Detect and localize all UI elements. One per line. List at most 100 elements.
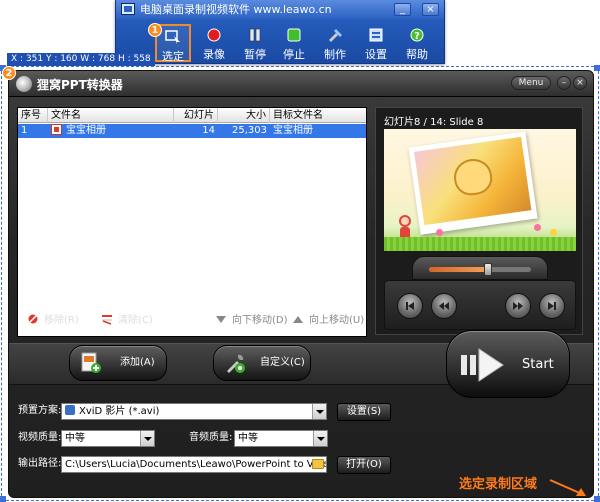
remove-icon xyxy=(27,313,39,325)
settings-tool-label: 设置 xyxy=(365,48,387,61)
make-icon xyxy=(329,29,342,42)
converter-close-button[interactable]: × xyxy=(573,76,587,90)
capture-handle-bottom-left[interactable] xyxy=(0,496,6,502)
previous-slide-button[interactable] xyxy=(431,293,457,319)
audio-quality-label: 音频质量: xyxy=(189,432,233,443)
column-header-filename[interactable]: 文件名 xyxy=(48,108,174,123)
start-label: Start xyxy=(522,357,554,372)
ppt-converter-window: 狸窝PPT转换器 Menu – × 序号 文件名 幻灯片数 大小 目标文件名 1… xyxy=(8,70,594,498)
video-quality-label: 视频质量: xyxy=(18,432,62,443)
settings-icon xyxy=(369,28,383,42)
preset-select[interactable]: XviD 影片 (*.avi) xyxy=(61,403,327,420)
slide-doll-illustration xyxy=(396,215,414,239)
recorder-title: 电脑桌面录制视频软件 www.leawo.cn xyxy=(140,3,332,16)
recorder-close-button[interactable]: × xyxy=(422,3,439,16)
help-tool-button[interactable]: ? 帮助 xyxy=(399,24,435,62)
customize-button-label: 自定义(C) xyxy=(260,357,305,368)
playback-controls xyxy=(384,280,576,330)
cell-slides: 14 xyxy=(202,125,215,136)
cell-size: 25,303 KB xyxy=(232,125,267,150)
record-tool-label: 录像 xyxy=(203,48,225,61)
file-list-table[interactable]: 序号 文件名 幻灯片数 大小 目标文件名 1 宝宝相册 14 25,303 KB… xyxy=(17,107,367,337)
start-button[interactable]: Start xyxy=(446,330,570,398)
converter-minimize-button[interactable]: – xyxy=(557,76,571,90)
column-header-index[interactable]: 序号 xyxy=(18,108,48,123)
folder-icon[interactable] xyxy=(312,459,324,469)
slide-grass xyxy=(384,237,576,251)
recorder-toolbar: 电脑桌面录制视频软件 www.leawo.cn _ × 选定 录像 暂停 停止 xyxy=(115,0,445,64)
clear-icon xyxy=(102,315,112,325)
record-icon xyxy=(207,28,221,42)
record-tool-button[interactable]: 录像 xyxy=(196,24,232,62)
slider-thumb[interactable] xyxy=(484,263,493,276)
next-slide-button[interactable] xyxy=(505,293,531,319)
move-up-button[interactable]: 向上移动(U) xyxy=(292,313,364,329)
slide-flower xyxy=(534,224,541,231)
open-button-label: 打开(O) xyxy=(346,459,382,470)
pause-tool-label: 暂停 xyxy=(244,48,266,61)
slide-counter: 幻灯片8 / 14: Slide 8 xyxy=(384,117,484,128)
add-button[interactable]: 添加(A) xyxy=(69,345,167,381)
preset-label: 预置方案: xyxy=(18,405,62,416)
converter-title-bar[interactable]: 狸窝PPT转换器 Menu – × xyxy=(9,71,593,97)
move-down-icon xyxy=(216,316,226,323)
chevron-down-icon xyxy=(140,431,154,446)
stop-icon xyxy=(287,28,301,42)
column-header-size[interactable]: 大小 xyxy=(218,108,270,123)
move-up-icon xyxy=(293,316,303,323)
settings-button-label: 设置(S) xyxy=(346,406,382,417)
settings-tool-button[interactable]: 设置 xyxy=(358,24,394,62)
converter-title: 狸窝PPT转换器 xyxy=(37,78,123,92)
output-path-field[interactable]: C:\Users\Lucia\Documents\Leawo\PowerPoin… xyxy=(61,456,327,473)
output-path-value: C:\Users\Lucia\Documents\Leawo\PowerPoin… xyxy=(65,459,327,470)
start-arrow-icon xyxy=(461,348,504,382)
cell-target: 宝宝相册 xyxy=(273,125,313,136)
move-down-label: 向下移动(D) xyxy=(232,315,288,326)
chevron-down-icon xyxy=(313,431,327,446)
capture-handle-top-right[interactable] xyxy=(594,65,600,71)
preview-slider[interactable] xyxy=(412,256,548,280)
select-area-hint: 选定录制区域 xyxy=(459,477,538,492)
video-quality-select[interactable]: 中等 xyxy=(61,430,155,447)
hint-arrow-icon xyxy=(549,479,586,496)
output-path-label: 输出路径: xyxy=(18,458,62,469)
fast-forward-icon xyxy=(513,302,523,310)
slider-fill xyxy=(429,267,489,272)
help-tool-label: 帮助 xyxy=(406,48,428,61)
step-badge-1: 1 xyxy=(148,23,162,37)
cell-filename-text: 宝宝相册 xyxy=(66,125,106,136)
last-slide-button[interactable] xyxy=(539,293,565,319)
skip-start-icon xyxy=(406,302,414,310)
menu-button[interactable]: Menu xyxy=(511,76,551,90)
pause-tool-button[interactable]: 暂停 xyxy=(237,24,273,62)
audio-quality-value: 中等 xyxy=(238,433,258,444)
table-row[interactable]: 1 宝宝相册 14 25,303 KB 宝宝相册 xyxy=(18,124,366,150)
customize-button[interactable]: 自定义(C) xyxy=(213,345,311,381)
add-button-label: 添加(A) xyxy=(120,357,155,368)
rewind-icon xyxy=(439,302,449,310)
recorder-app-icon xyxy=(121,3,135,15)
first-slide-button[interactable] xyxy=(397,293,423,319)
add-file-icon xyxy=(81,352,101,373)
make-tool-button[interactable]: 制作 xyxy=(317,24,353,62)
cell-index: 1 xyxy=(21,125,28,136)
clear-button[interactable]: 清除(C) xyxy=(101,313,153,329)
recorder-minimize-button[interactable]: _ xyxy=(394,3,411,16)
select-tool-label: 选定 xyxy=(162,50,184,63)
customize-tools-icon xyxy=(227,354,245,373)
pause-icon xyxy=(249,28,261,42)
skip-end-icon xyxy=(548,302,556,310)
remove-button[interactable]: 移除(R) xyxy=(27,313,79,329)
capture-handle-bottom-right[interactable] xyxy=(594,496,600,502)
chevron-down-icon xyxy=(312,404,326,419)
step-badge-2: 2 xyxy=(2,66,16,80)
column-header-target[interactable]: 目标文件名 xyxy=(270,108,366,123)
settings-button[interactable]: 设置(S) xyxy=(337,403,391,421)
open-button[interactable]: 打开(O) xyxy=(337,456,391,474)
clear-label: 清除(C) xyxy=(118,315,153,326)
stop-tool-button[interactable]: 停止 xyxy=(276,24,312,62)
move-down-button[interactable]: 向下移动(D) xyxy=(215,313,288,329)
audio-quality-select[interactable]: 中等 xyxy=(234,430,328,447)
stop-tool-label: 停止 xyxy=(283,48,305,61)
column-header-slides[interactable]: 幻灯片数 xyxy=(174,108,218,136)
